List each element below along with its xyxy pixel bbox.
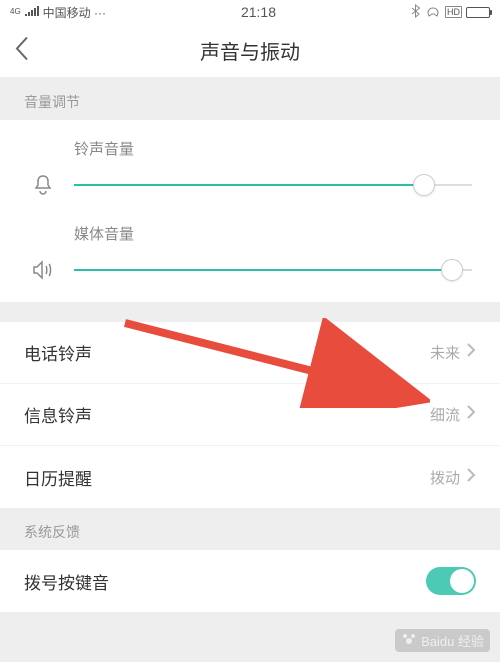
- volume-panel: 铃声音量 媒体音量: [0, 120, 500, 302]
- ringtone-list: 电话铃声 未来 信息铃声 细流 日历提醒 拨动: [0, 322, 500, 508]
- bell-icon: [28, 174, 58, 196]
- header: 声音与振动: [0, 24, 500, 78]
- media-volume-row: 媒体音量: [28, 223, 472, 282]
- status-right: HD: [411, 4, 490, 21]
- battery-icon: [466, 7, 490, 18]
- dial-tone-item: 拨号按键音: [0, 550, 500, 612]
- watermark-text: Baidu 经验: [421, 631, 484, 650]
- item-label: 电话铃声: [24, 340, 92, 365]
- volte-icon: [425, 4, 441, 21]
- ringtone-volume-row: 铃声音量: [28, 138, 472, 197]
- paw-icon: [401, 632, 417, 649]
- carrier-label: 中国移动 ···: [43, 4, 106, 21]
- item-value: 拨动: [430, 467, 460, 488]
- feedback-list: 拨号按键音: [0, 550, 500, 612]
- calendar-reminder-item[interactable]: 日历提醒 拨动: [0, 446, 500, 508]
- chevron-right-icon: [466, 404, 476, 425]
- status-left: 4G 中国移动 ···: [10, 4, 106, 21]
- section-label-volume: 音量调节: [0, 78, 500, 120]
- ringtone-volume-label: 铃声音量: [74, 138, 472, 159]
- media-volume-label: 媒体音量: [74, 223, 472, 244]
- watermark: Baidu 经验: [395, 629, 490, 652]
- hd-label: HD: [445, 6, 462, 18]
- bluetooth-icon: [411, 4, 421, 21]
- back-button[interactable]: [14, 35, 30, 66]
- signal-icon: [25, 5, 39, 19]
- item-label: 信息铃声: [24, 402, 92, 427]
- dial-tone-toggle[interactable]: [426, 567, 476, 595]
- section-label-feedback: 系统反馈: [0, 508, 500, 550]
- divider: [0, 302, 500, 322]
- status-bar: 4G 中国移动 ··· 21:18 HD: [0, 0, 500, 24]
- status-time: 21:18: [241, 4, 276, 20]
- media-volume-slider[interactable]: [74, 258, 472, 282]
- message-ringtone-item[interactable]: 信息铃声 细流: [0, 384, 500, 446]
- item-label: 拨号按键音: [24, 569, 109, 594]
- item-value: 未来: [430, 342, 460, 363]
- chevron-right-icon: [466, 467, 476, 488]
- speaker-icon: [28, 260, 58, 280]
- page-title: 声音与振动: [200, 36, 300, 65]
- chevron-right-icon: [466, 342, 476, 363]
- ringtone-volume-slider[interactable]: [74, 173, 472, 197]
- item-value: 细流: [430, 404, 460, 425]
- item-label: 日历提醒: [24, 465, 92, 490]
- signal-4g-label: 4G: [10, 8, 21, 16]
- phone-ringtone-item[interactable]: 电话铃声 未来: [0, 322, 500, 384]
